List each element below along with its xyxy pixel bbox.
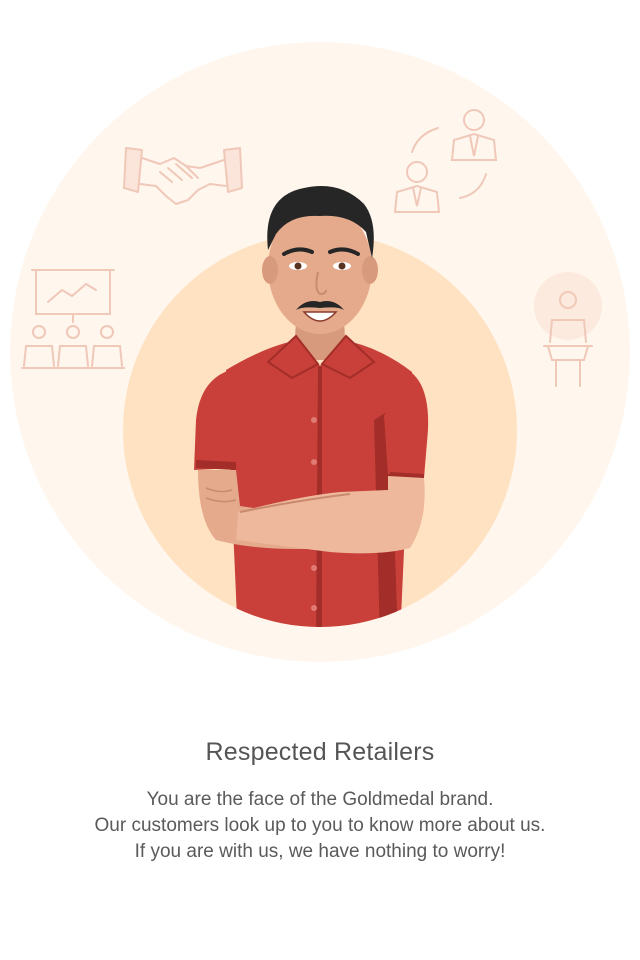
illustration-svg (10, 42, 630, 662)
description-line-3: If you are with us, we have nothing to w… (134, 841, 506, 862)
hero-illustration (0, 0, 640, 680)
description-line-1: You are the face of the Goldmedal brand. (146, 789, 494, 810)
onboarding-title: Respected Retailers (205, 738, 435, 766)
onboarding-text: Respected Retailers You are the face of … (0, 738, 640, 865)
description-line-2: Our customers look up to you to know mor… (94, 815, 546, 836)
